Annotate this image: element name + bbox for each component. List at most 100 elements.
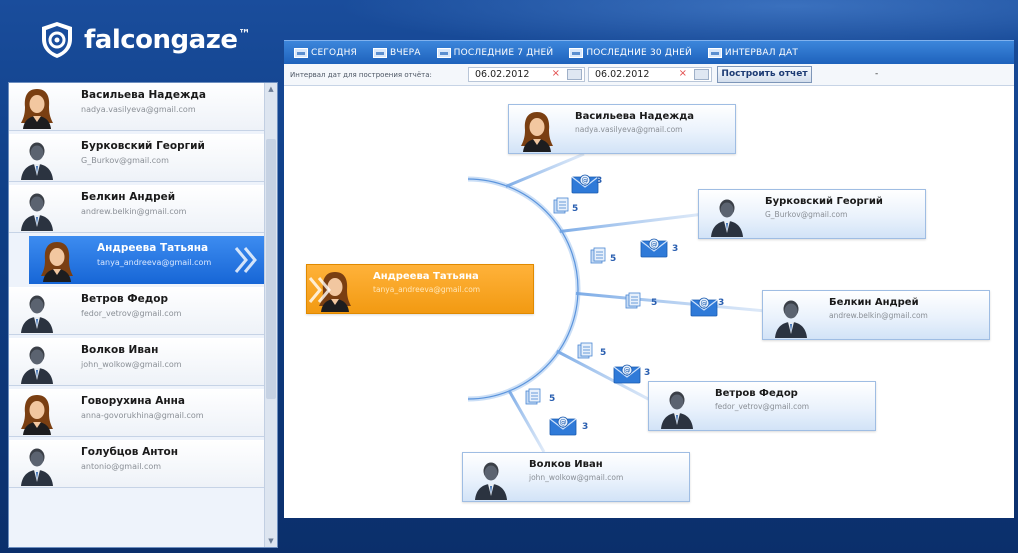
node-email: nadya.vasilyeva@gmail.com <box>575 125 683 134</box>
graph-contact-node[interactable]: Бурковский Георгий G_Burkov@gmail.com <box>698 189 926 239</box>
clear-date-to-icon[interactable]: × <box>679 68 687 79</box>
node-email: john_wolkow@gmail.com <box>529 473 624 482</box>
documents-icon[interactable] <box>625 292 641 309</box>
email-count: 3 <box>582 422 589 432</box>
date-from-field[interactable]: 06.02.2012 × <box>468 67 585 82</box>
period-button-0[interactable]: СЕГОДНЯ <box>294 47 357 58</box>
period-button-1[interactable]: ВЧЕРА <box>373 47 421 58</box>
period-button-label: СЕГОДНЯ <box>311 47 357 58</box>
center-node-email: tanya_andreeva@gmail.com <box>373 285 481 294</box>
email-count: 3 <box>596 176 603 186</box>
communication-graph: @ @ @ @ @ 5 3 Васильева Надежда nadya.vasilyeva… <box>284 86 1014 518</box>
node-email: G_Burkov@gmail.com <box>765 210 848 219</box>
sidebar-contact[interactable]: Говорухина Анна anna-govorukhina@gmail.co… <box>9 389 265 437</box>
male-avatar-icon <box>711 199 743 237</box>
app-logo: falcongaze™ <box>40 20 250 60</box>
male-avatar-icon <box>775 300 807 338</box>
clear-date-from-icon[interactable]: × <box>552 68 560 79</box>
build-report-button[interactable]: Построить отчет <box>717 66 812 83</box>
calendar-icon <box>707 47 722 58</box>
contact-name: Волков Иван <box>81 344 159 356</box>
contact-email: fedor_vetrov@gmail.com <box>81 309 182 318</box>
sidebar-contact[interactable]: Голубцов Антон antonio@gmail.com <box>9 440 265 488</box>
sidebar-contact[interactable]: Бурковский Георгий G_Burkov@gmail.com <box>9 134 265 182</box>
documents-icon[interactable] <box>577 342 593 359</box>
contact-name: Бурковский Георгий <box>81 140 205 152</box>
calendar-icon <box>294 47 308 58</box>
documents-icon[interactable] <box>590 247 606 264</box>
male-avatar-icon <box>475 462 507 500</box>
calendar-icon <box>569 47 584 58</box>
contact-email: john_wolkow@gmail.com <box>81 360 182 369</box>
email-icon[interactable]: @ <box>571 174 599 194</box>
scroll-thumb[interactable] <box>266 139 276 399</box>
email-count: 3 <box>672 244 679 254</box>
female-avatar-icon <box>21 89 53 129</box>
node-name: Волков Иван <box>529 459 603 470</box>
contact-name: Голубцов Антон <box>81 446 179 458</box>
scroll-down-icon[interactable]: ▼ <box>267 537 275 545</box>
male-avatar-icon <box>21 193 53 231</box>
period-button-4[interactable]: ИНТЕРВАЛ ДАТ <box>707 47 799 58</box>
contact-name: Андреева Татьяна <box>97 242 209 254</box>
node-name: Бурковский Георгий <box>765 196 883 207</box>
email-icon[interactable]: @ <box>640 238 668 258</box>
sidebar-contact[interactable]: Васильева Надежда nadya.vasilyeva@gmail.c… <box>9 83 265 131</box>
documents-count: 5 <box>651 298 658 308</box>
email-icon[interactable]: @ <box>549 416 577 436</box>
female-avatar-icon <box>41 242 73 282</box>
period-button-label: ИНТЕРВАЛ ДАТ <box>724 47 799 58</box>
male-avatar-icon <box>661 391 693 429</box>
date-separator: - <box>875 69 879 79</box>
node-email: andrew.belkin@gmail.com <box>829 311 928 320</box>
period-button-2[interactable]: ПОСЛЕДНИЕ 7 ДНЕЙ <box>436 47 554 58</box>
contact-email: G_Burkov@gmail.com <box>81 156 169 165</box>
documents-count: 5 <box>572 204 579 214</box>
sidebar-contact[interactable]: Андреева Татьяна tanya_andreeva@gmail.com <box>29 236 265 284</box>
graph-contact-node[interactable]: Волков Иван john_wolkow@gmail.com <box>462 452 690 502</box>
contacts-sidebar: Голубцов Антон antonio@gmail.com Говорухин… <box>8 82 278 548</box>
email-icon[interactable]: @ <box>690 297 718 317</box>
calendar-picker-to-icon[interactable] <box>694 69 709 80</box>
email-icon[interactable]: @ <box>613 364 641 384</box>
email-count: 3 <box>644 368 651 378</box>
contact-name: Белкин Андрей <box>81 191 176 203</box>
male-avatar-icon <box>21 295 53 333</box>
documents-icon[interactable] <box>525 388 541 405</box>
contact-email: tanya_andreeva@gmail.com <box>97 258 212 267</box>
node-name: Ветров Федор <box>715 388 798 399</box>
sidebar-contact[interactable]: Белкин Андрей andrew.belkin@gmail.com <box>9 185 265 233</box>
svg-text:@: @ <box>560 419 567 427</box>
period-button-3[interactable]: ПОСЛЕДНИЕ 30 ДНЕЙ <box>569 47 692 58</box>
node-name: Белкин Андрей <box>829 297 919 308</box>
male-avatar-icon <box>21 142 53 180</box>
node-email: fedor_vetrov@gmail.com <box>715 402 810 411</box>
email-count: 3 <box>718 298 725 308</box>
period-toolbar: СЕГОДНЯ ВЧЕРА ПОСЛЕДНИЕ 7 ДНЕЙ ПОСЛЕДНИЕ 30… <box>284 40 1014 64</box>
sidebar-scrollbar[interactable]: ▲ ▼ <box>264 83 277 547</box>
svg-text:@: @ <box>624 367 631 375</box>
sidebar-contact[interactable]: Ветров Федор fedor_vetrov@gmail.com <box>9 287 265 335</box>
svg-text:@: @ <box>651 241 658 249</box>
documents-count: 5 <box>549 394 556 404</box>
calendar-icon <box>436 47 451 58</box>
contact-email: anna-govorukhina@gmail.com <box>81 411 204 420</box>
graph-contact-node[interactable]: Ветров Федор fedor_vetrov@gmail.com <box>648 381 876 431</box>
female-avatar-icon <box>21 395 53 435</box>
scroll-up-icon[interactable]: ▲ <box>267 85 275 93</box>
center-node-name: Андреева Татьяна <box>373 271 479 282</box>
male-avatar-icon <box>21 448 53 486</box>
graph-contact-node[interactable]: Белкин Андрей andrew.belkin@gmail.com <box>762 290 990 340</box>
falcongaze-shield-icon <box>42 22 72 58</box>
documents-icon[interactable] <box>553 197 569 214</box>
period-button-label: ВЧЕРА <box>390 47 421 58</box>
calendar-picker-from-icon[interactable] <box>567 69 582 80</box>
chevron-right-icon <box>234 247 257 273</box>
sidebar-contact[interactable]: Волков Иван john_wolkow@gmail.com <box>9 338 265 386</box>
contact-name: Ветров Федор <box>81 293 168 305</box>
graph-contact-node[interactable]: Васильева Надежда nadya.vasilyeva@gmail.c… <box>508 104 736 154</box>
date-to-field[interactable]: 06.02.2012 × <box>588 67 712 82</box>
graph-center-node[interactable]: Андреева Татьяна tanya_andreeva@gmail.com <box>306 264 534 314</box>
male-avatar-icon <box>21 346 53 384</box>
date-interval-label: Интервал дат для построения отчёта: <box>290 71 432 79</box>
